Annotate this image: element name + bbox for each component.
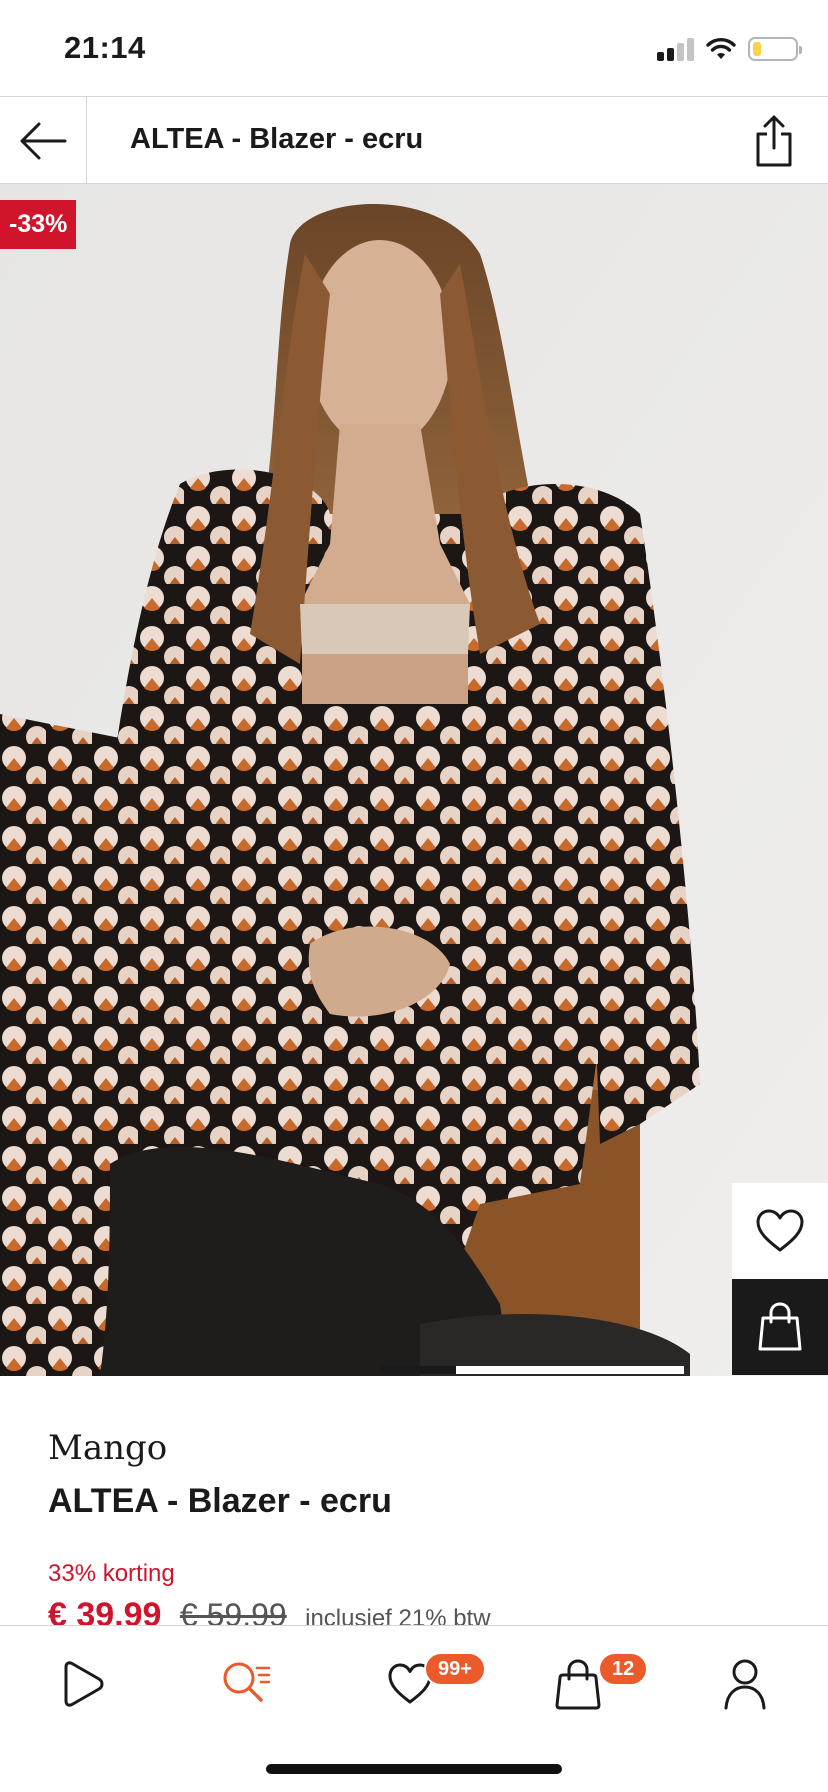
play-home-icon — [64, 1661, 104, 1707]
battery-icon — [748, 37, 802, 61]
search-list-icon — [223, 1662, 271, 1702]
product-image[interactable] — [0, 184, 828, 1376]
wishlist-button[interactable] — [732, 1183, 828, 1279]
cellular-signal-icon — [657, 37, 694, 61]
wifi-icon — [706, 38, 736, 59]
bag-badge: 12 — [598, 1652, 649, 1686]
status-bar: 21:14 — [0, 0, 828, 96]
wishlist-badge: 99+ — [424, 1652, 486, 1686]
tab-home[interactable] — [42, 1644, 122, 1724]
status-time: 21:14 — [64, 30, 146, 65]
product-title: ALTEA - Blazer - ecru — [48, 1482, 392, 1520]
tab-search[interactable] — [207, 1644, 287, 1724]
product-photo — [0, 184, 828, 1376]
price-row: € 39,99 € 59,99 inclusief 21% btw — [48, 1596, 808, 1628]
price-current: € 39,99 — [48, 1596, 162, 1628]
back-button[interactable] — [0, 97, 87, 184]
add-to-bag-button[interactable] — [732, 1279, 828, 1375]
nav-header: ALTEA - Blazer - ecru — [0, 96, 828, 184]
carousel-indicator-active — [380, 1366, 456, 1374]
share-icon — [756, 115, 792, 167]
page-title: ALTEA - Blazer - ecru — [130, 123, 424, 155]
heart-icon — [756, 1209, 804, 1252]
share-button[interactable] — [748, 113, 800, 169]
user-icon — [724, 1659, 766, 1710]
discount-badge: -33% — [0, 200, 77, 249]
arrow-left-icon — [20, 122, 67, 159]
brand-name[interactable]: Mango — [48, 1428, 167, 1468]
shopping-bag-icon — [758, 1302, 802, 1351]
tab-account[interactable] — [705, 1644, 785, 1724]
home-indicator — [266, 1764, 562, 1774]
status-icons — [657, 34, 802, 64]
price-original: € 59,99 — [179, 1597, 287, 1628]
discount-label: 33% korting — [48, 1560, 175, 1587]
shopping-bag-icon — [555, 1659, 601, 1710]
